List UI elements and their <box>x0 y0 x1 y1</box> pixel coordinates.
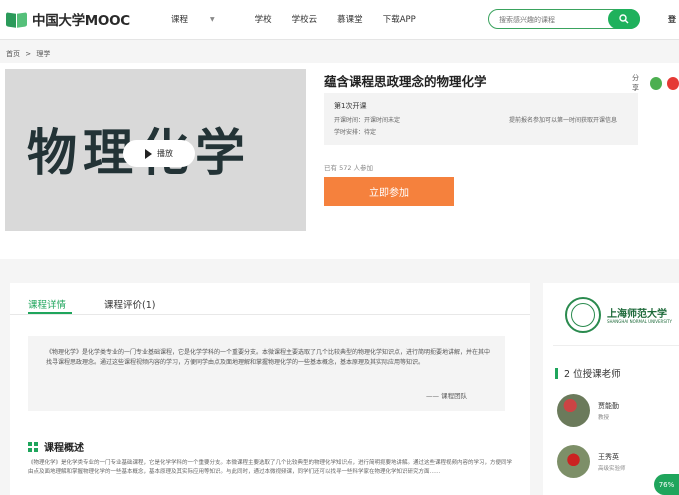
breadcrumb: 首页 > 理学 <box>6 49 53 59</box>
teacher-title: 高级实验师 <box>598 465 626 472</box>
heading-accent-bar <box>555 367 558 379</box>
logo-text: 中国大学MOOC <box>32 13 130 29</box>
school-english-name: SHANGHAI NORMAL UNIVERSITY <box>607 319 672 324</box>
chevron-down-icon: ▼ <box>210 15 215 23</box>
course-title: 蕴含课程思政理念的物理化学 <box>324 74 487 89</box>
breadcrumb-separator: > <box>25 50 32 58</box>
teacher-card[interactable]: 贾能勤 教授 <box>557 394 619 427</box>
teacher-title: 教授 <box>598 414 610 421</box>
nav-item-school-cloud[interactable]: 学校云 <box>292 13 318 25</box>
top-header: 中国大学MOOC 课程▼ 学校 学校云 慕课堂 下载APP 登 <box>0 0 679 40</box>
nav-item-courses[interactable]: 课程 ▼ <box>171 13 235 25</box>
search-icon <box>619 14 629 24</box>
overview-heading: 课程概述 <box>28 439 84 454</box>
course-cover-video[interactable]: 物理化学 播放 <box>5 69 306 231</box>
teacher-name: 王秀英 <box>598 452 619 461</box>
nav-item-mooc-classroom[interactable]: 慕课堂 <box>337 13 363 25</box>
teacher-card[interactable]: 王秀英 高级实验师 <box>557 445 626 478</box>
avatar <box>557 394 590 427</box>
term-info-box: 第1次开课 开课时间：开课时间未定 提前报名参加可以第一时间获取开课信息 学时安… <box>324 93 638 145</box>
teachers-heading: 2 位授课老师 <box>555 366 621 380</box>
teacher-name: 贾能勤 <box>598 401 619 410</box>
wechat-icon[interactable] <box>649 76 662 90</box>
term-name: 第1次开课 <box>334 102 367 110</box>
breadcrumb-home[interactable]: 首页 <box>6 50 20 58</box>
overview-text: 《物理化学》是化学类专业的一门专业基础课程，它是化学学科的一个重要分支。本微课程… <box>28 460 513 475</box>
term-enroll-note: 提前报名参加可以第一时间获取开课信息 <box>509 117 618 124</box>
main-nav: 课程 ▼ 学校 学校云 慕课堂 下载APP <box>171 13 436 25</box>
grid-icon <box>28 441 38 452</box>
search-box <box>488 9 640 29</box>
school-emblem-icon[interactable] <box>565 297 601 333</box>
nav-item-download-app[interactable]: 下载APP <box>383 13 416 25</box>
detail-tabs: 课程详情 课程评价(1) <box>10 283 530 315</box>
login-link[interactable]: 登 <box>668 14 676 25</box>
share-label: 分享 <box>632 74 639 92</box>
search-input[interactable] <box>499 13 599 26</box>
nav-item-schools[interactable]: 学校 <box>255 13 272 25</box>
school-sidebar: 上海师范大学 SHANGHAI NORMAL UNIVERSITY 2 位授课老… <box>543 283 679 495</box>
teachers-heading-text: 2 位授课老师 <box>564 369 621 380</box>
book-logo-icon <box>6 11 28 28</box>
course-header-panel: 物理化学 播放 蕴含课程思政理念的物理化学 分享 第1次开课 开课时间：开课时间… <box>0 63 679 259</box>
term-schedule: 学时安排：待定 <box>334 129 377 136</box>
share-bar: 分享 <box>632 73 679 93</box>
play-label: 播放 <box>157 149 173 158</box>
overview-heading-text: 课程概述 <box>44 443 84 454</box>
course-detail-panel: 课程详情 课程评价(1) 《物理化学》是化学类专业的一门专业基础课程，它是化学学… <box>10 283 530 495</box>
divider <box>553 345 679 346</box>
breadcrumb-category[interactable]: 理学 <box>36 50 50 58</box>
active-tab-indicator <box>28 312 72 314</box>
school-name[interactable]: 上海师范大学 <box>607 305 667 320</box>
play-button[interactable]: 播放 <box>123 140 195 167</box>
search-button[interactable] <box>608 9 640 29</box>
avatar <box>557 445 590 478</box>
tab-course-reviews[interactable]: 课程评价(1) <box>104 297 155 311</box>
course-intro-text: 《物理化学》是化学类专业的一门专业基础课程，它是化学学科的一个重要分支。本微课程… <box>46 349 491 366</box>
course-intro-signature: —— 课程团队 <box>426 392 468 400</box>
site-logo[interactable]: 中国大学MOOC <box>6 9 130 29</box>
enrollment-count: 已有 572 人参加 <box>324 164 374 172</box>
weibo-icon[interactable] <box>666 76 679 90</box>
course-intro-box: 《物理化学》是化学类专业的一门专业基础课程，它是化学学科的一个重要分支。本微课程… <box>28 336 505 411</box>
term-start-time: 开课时间：开课时间未定 <box>334 117 401 124</box>
progress-badge[interactable]: 76% <box>654 474 679 495</box>
join-now-button[interactable]: 立即参加 <box>324 177 454 206</box>
play-icon <box>145 148 152 159</box>
tab-course-details[interactable]: 课程详情 <box>28 297 66 311</box>
